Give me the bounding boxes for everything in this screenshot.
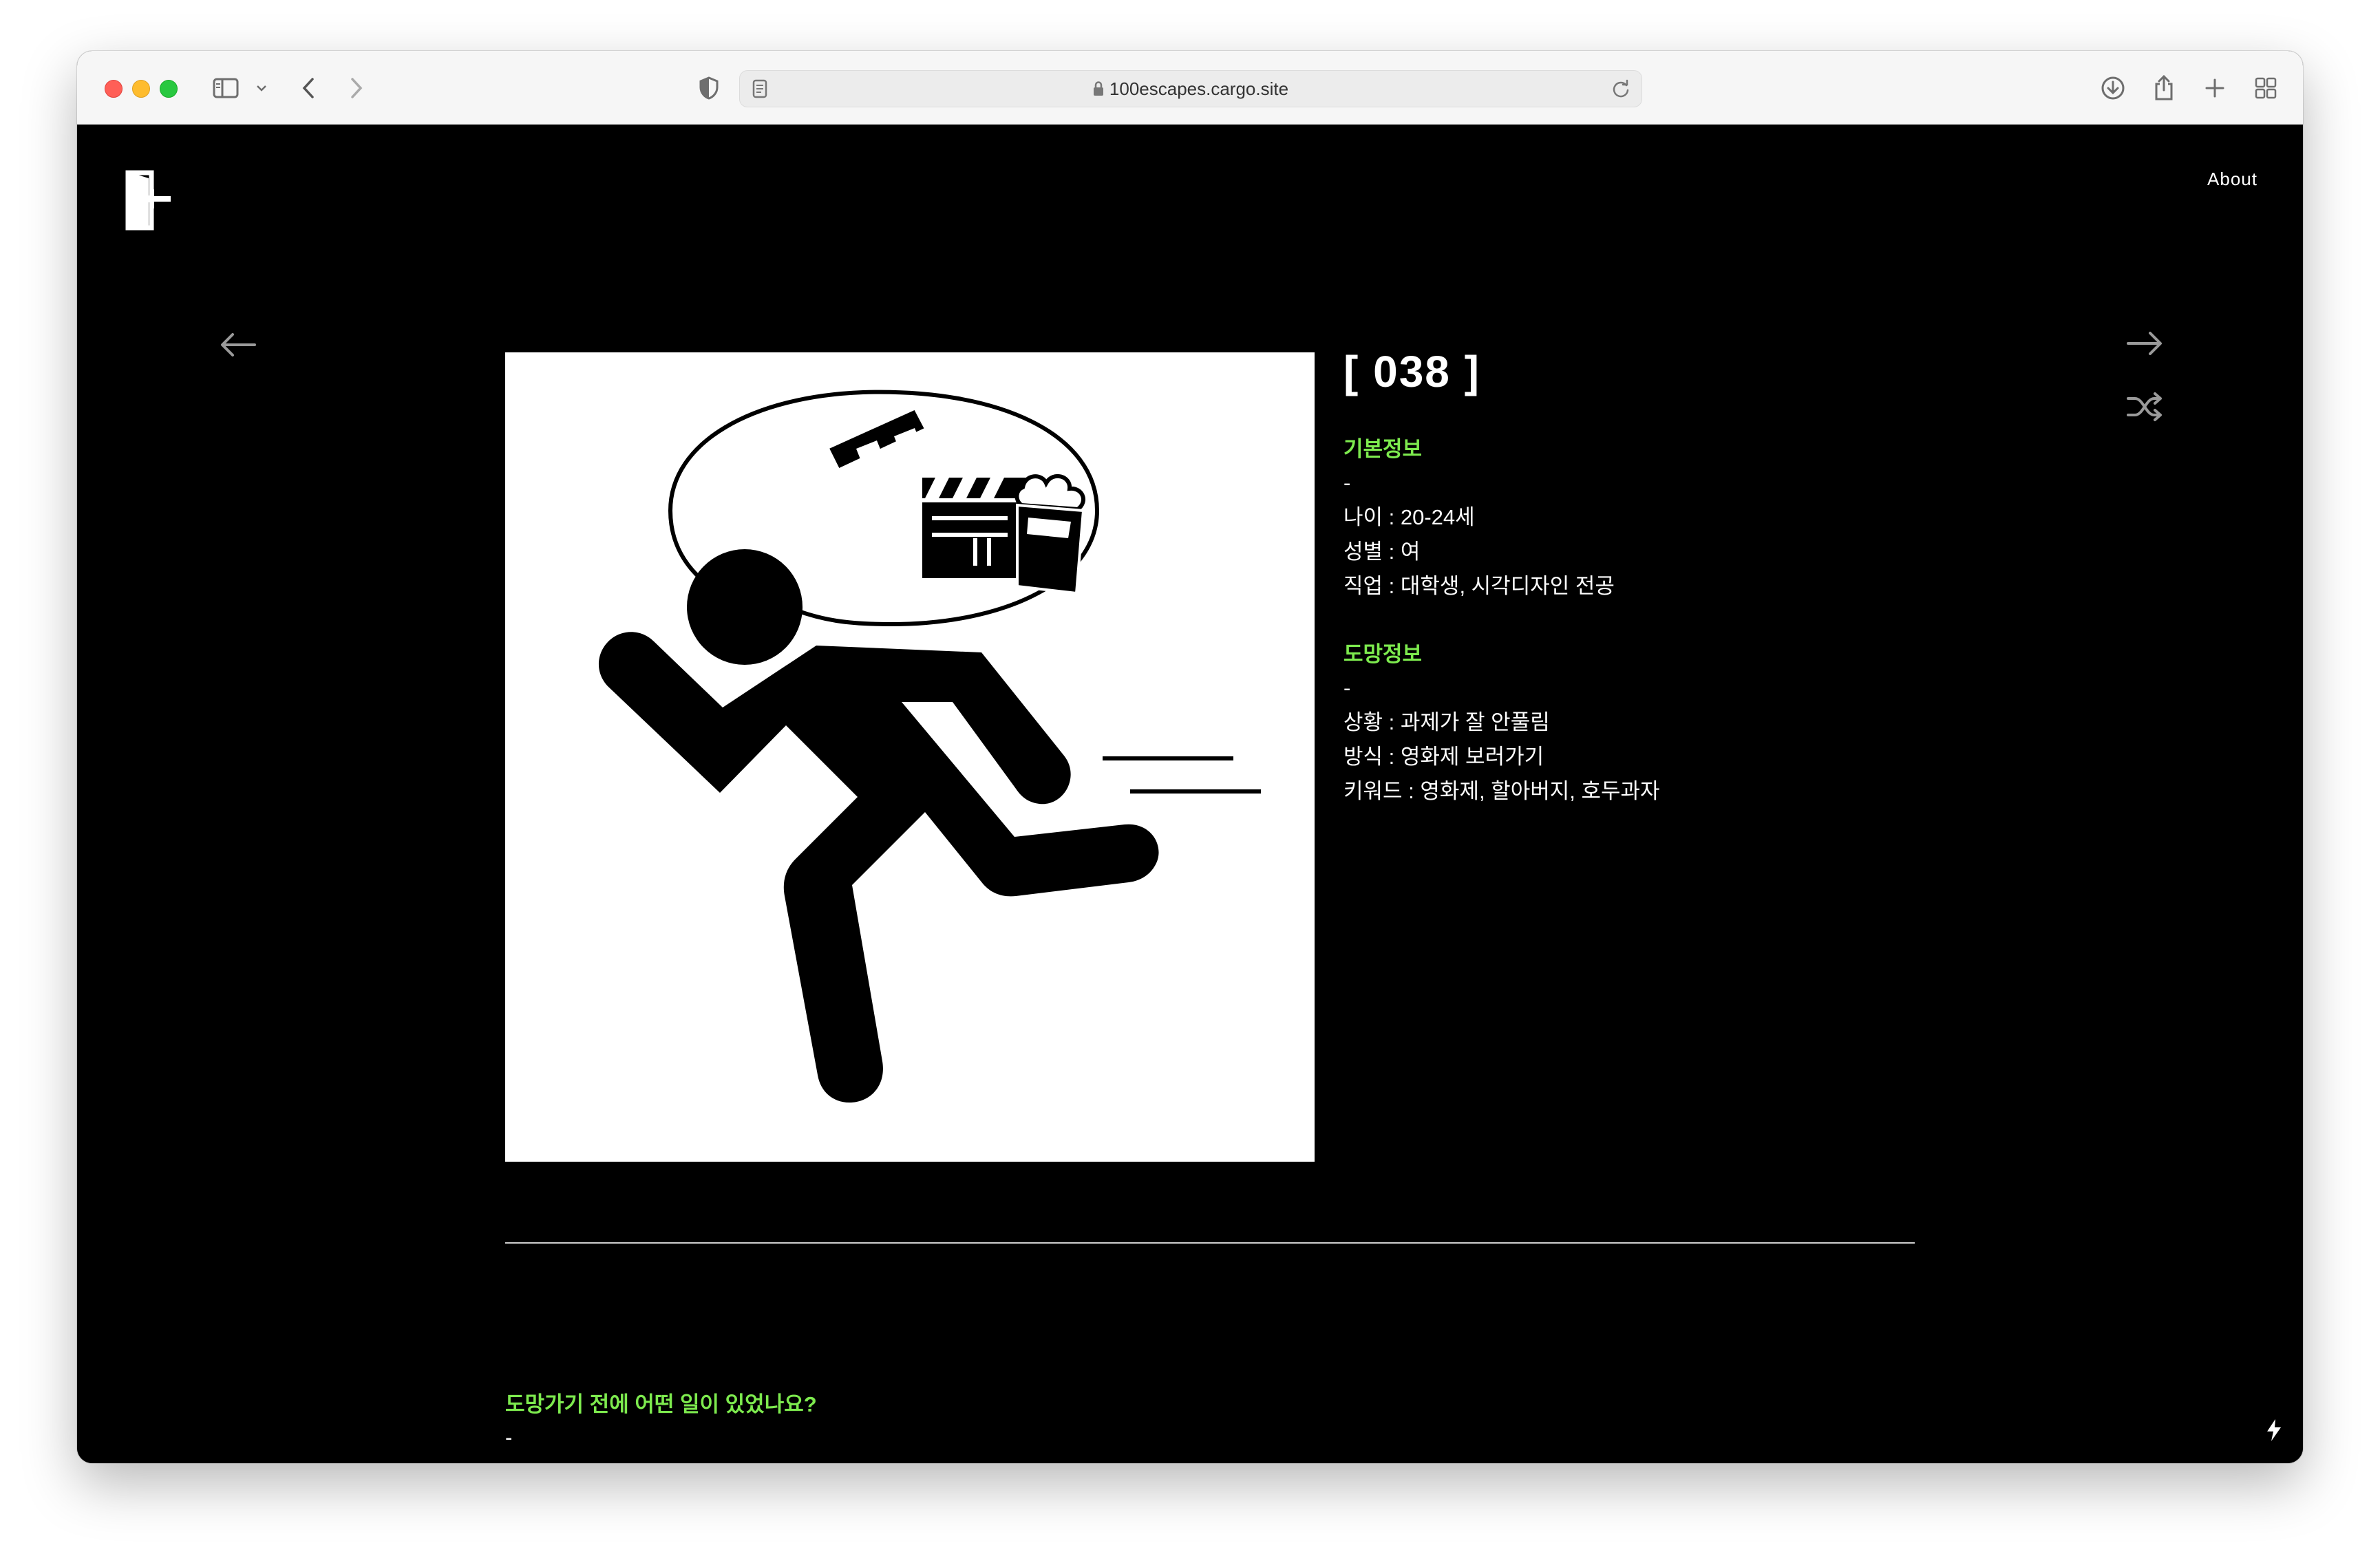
page-content: About [038] 기본정보 - 나이: 20-24세 성별: 여 … [77, 125, 2303, 1463]
arrow-left-icon[interactable] [219, 331, 257, 362]
tab-overview-icon[interactable] [2249, 72, 2282, 105]
running-person-icon [598, 549, 1159, 1103]
shuffle-icon[interactable] [2125, 392, 2164, 425]
arrow-right-icon[interactable] [2125, 330, 2164, 361]
close-window-button[interactable] [105, 80, 123, 98]
escape-info-situation: 상황 : 과제가 잘 안풀림 [1343, 710, 1550, 734]
url-text: 100escapes.cargo.site [1109, 78, 1289, 99]
basic-info-gender: 성별 : 여 [1343, 540, 1421, 564]
forward-icon[interactable] [343, 72, 370, 105]
privacy-shield-icon[interactable] [694, 72, 724, 105]
exit-door-icon[interactable] [121, 170, 175, 234]
lock-icon [1093, 72, 1104, 108]
about-link[interactable]: About [2207, 169, 2257, 190]
share-icon[interactable] [2147, 72, 2180, 105]
escape-info-method: 방식 : 영화제 보러가기 [1343, 745, 1544, 769]
minimize-window-button[interactable] [132, 80, 150, 98]
section-divider [505, 1242, 1915, 1244]
escape-info-dash: - [1343, 676, 1351, 700]
browser-window: 100escapes.cargo.site About [038] 기본정보… [77, 51, 2303, 1463]
basic-info-title: 기본정보 [1343, 437, 1423, 461]
story-question: 도망가기 전에 어떤 일이 있었나요? [505, 1392, 817, 1416]
popcorn-icon [1014, 474, 1085, 595]
basic-info-dash: - [1343, 471, 1351, 495]
story-answer: - [505, 1425, 513, 1449]
chevron-down-icon[interactable] [252, 72, 271, 105]
back-icon[interactable] [295, 72, 322, 105]
reload-icon[interactable] [1611, 79, 1630, 102]
entry-info-panel: [ 038 ] 기본정보 - 나이 : 20-24세 성별 : 여 직업 : 대… [1343, 346, 1963, 809]
downloads-icon[interactable] [2096, 72, 2129, 105]
sidebar-toggle-icon[interactable] [209, 72, 242, 105]
escape-info-keywords: 키워드 : 영화제, 할아버지, 호두과자 [1343, 779, 1660, 803]
browser-toolbar: 100escapes.cargo.site [77, 51, 2303, 125]
escape-illustration [505, 352, 1315, 1162]
new-tab-icon[interactable] [2198, 72, 2231, 105]
basic-info-age: 나이 : 20-24세 [1343, 505, 1475, 529]
escape-info-title: 도망정보 [1343, 642, 1423, 666]
zoom-window-button[interactable] [160, 80, 178, 98]
lightning-icon[interactable] [2266, 1418, 2282, 1445]
entry-number: [ 038 ] [1343, 347, 1480, 396]
address-bar[interactable]: 100escapes.cargo.site [739, 70, 1642, 107]
basic-info-occupation: 직업 : 대학생, 시각디자인 전공 [1343, 574, 1615, 598]
